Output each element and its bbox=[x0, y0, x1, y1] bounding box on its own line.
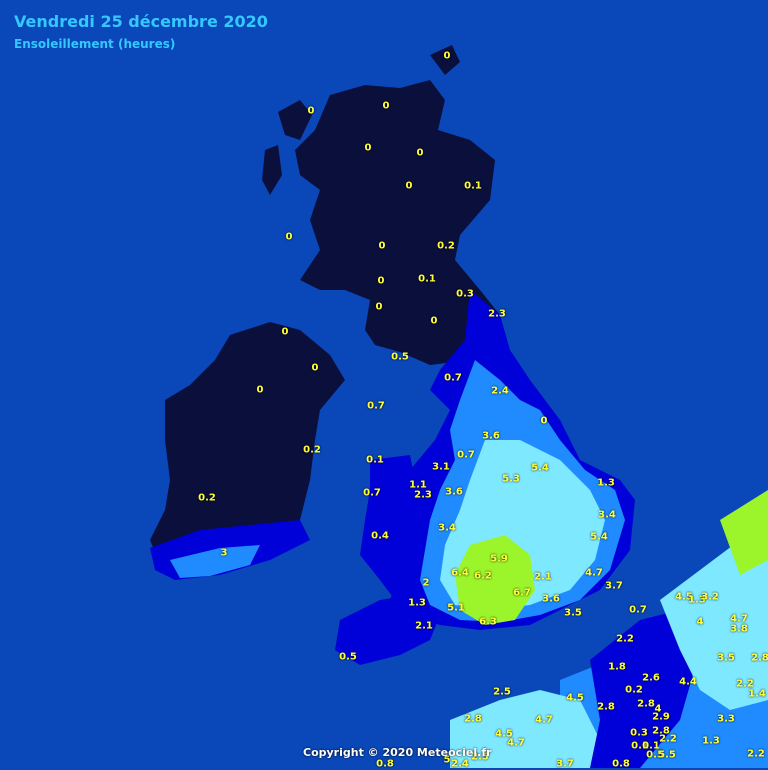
station-value: 5.4 bbox=[590, 531, 608, 543]
station-value: 4.7 bbox=[535, 714, 553, 726]
station-value: 2.2 bbox=[616, 633, 634, 645]
station-value: 0 bbox=[377, 275, 385, 287]
station-value: 4.7 bbox=[585, 567, 603, 579]
station-value: 2.2 bbox=[747, 748, 765, 760]
station-value: 0.7 bbox=[457, 449, 475, 461]
station-value: 2.4 bbox=[491, 385, 509, 397]
station-value: 0 bbox=[430, 315, 438, 327]
station-value: 3.8 bbox=[730, 623, 748, 635]
station-value: 5.3 bbox=[502, 473, 520, 485]
map-canvas bbox=[0, 0, 768, 768]
station-value: 0.2 bbox=[437, 240, 455, 252]
station-value: 2.6 bbox=[642, 672, 660, 684]
station-value: 2.5 bbox=[493, 686, 511, 698]
station-value: 1.4 bbox=[748, 688, 766, 700]
station-value: 0.3 bbox=[456, 288, 474, 300]
station-value: 3.5 bbox=[717, 652, 735, 664]
station-value: 0 bbox=[256, 384, 264, 396]
station-value: 6.2 bbox=[474, 570, 492, 582]
station-value: 0.2 bbox=[625, 684, 643, 696]
station-value: 1.8 bbox=[608, 661, 626, 673]
map-subtitle: Ensoleillement (heures) bbox=[14, 37, 176, 51]
station-value: 5.9 bbox=[490, 553, 508, 565]
station-value: 5.5 bbox=[658, 749, 676, 761]
station-value: 0 bbox=[378, 240, 386, 252]
station-value: 2.1 bbox=[534, 571, 552, 583]
station-value: 6.7 bbox=[513, 587, 531, 599]
station-value: 0.4 bbox=[371, 530, 389, 542]
station-value: 0 bbox=[405, 180, 413, 192]
station-value: 0 bbox=[307, 105, 315, 117]
station-value: 3.6 bbox=[542, 593, 560, 605]
station-value: 3.4 bbox=[438, 522, 456, 534]
station-value: 5.1 bbox=[447, 602, 465, 614]
station-value: 0.7 bbox=[629, 604, 647, 616]
station-value: 3 bbox=[220, 547, 228, 559]
station-value: 6.3 bbox=[479, 616, 497, 628]
station-value: 0.2 bbox=[198, 492, 216, 504]
station-value: 2.9 bbox=[652, 711, 670, 723]
station-value: 2.1 bbox=[415, 620, 433, 632]
station-value: 3.6 bbox=[445, 486, 463, 498]
station-value: 0.7 bbox=[363, 487, 381, 499]
station-value: 0.5 bbox=[339, 651, 357, 663]
station-value: 0.2 bbox=[303, 444, 321, 456]
station-value: 2.8 bbox=[464, 713, 482, 725]
station-value: 0 bbox=[540, 415, 548, 427]
station-value: 4.4 bbox=[679, 676, 697, 688]
station-value: 4.5 bbox=[566, 692, 584, 704]
station-value: 0 bbox=[311, 362, 319, 374]
station-value: 0.5 bbox=[391, 351, 409, 363]
station-value: 0 bbox=[443, 50, 451, 62]
station-value: 2.8 bbox=[637, 698, 655, 710]
station-value: 1.3 bbox=[702, 735, 720, 747]
station-value: 2.3 bbox=[414, 489, 432, 501]
station-value: 2.8 bbox=[597, 701, 615, 713]
station-value: 0 bbox=[364, 142, 372, 154]
station-value: 2.8 bbox=[751, 652, 768, 664]
station-value: 3.7 bbox=[605, 580, 623, 592]
copyright-notice: Copyright © 2020 Meteociel.fr bbox=[303, 746, 492, 759]
station-value: 3.5 bbox=[564, 607, 582, 619]
station-value: 3.2 bbox=[701, 591, 719, 603]
station-value: 0 bbox=[281, 326, 289, 338]
map-title: Vendredi 25 décembre 2020 bbox=[14, 12, 268, 31]
station-value: 4.7 bbox=[507, 737, 525, 749]
station-value: 2 bbox=[422, 577, 430, 589]
station-value: 0.3 bbox=[630, 727, 648, 739]
station-value: 0.1 bbox=[464, 180, 482, 192]
station-value: 0 bbox=[375, 301, 383, 313]
station-value: 0 bbox=[382, 100, 390, 112]
station-value: 0.1 bbox=[366, 454, 384, 466]
station-value: 0.7 bbox=[444, 372, 462, 384]
station-value: 6.4 bbox=[451, 567, 469, 579]
station-value: 3.1 bbox=[432, 461, 450, 473]
station-value: 3.4 bbox=[598, 509, 616, 521]
station-value: 0.1 bbox=[418, 273, 436, 285]
station-value: 3.3 bbox=[717, 713, 735, 725]
station-value: 4 bbox=[696, 616, 704, 628]
station-value: 1.3 bbox=[597, 477, 615, 489]
station-value: 0 bbox=[416, 147, 424, 159]
station-value: 0 bbox=[285, 231, 293, 243]
station-value: 3.6 bbox=[482, 430, 500, 442]
station-value: 2.2 bbox=[659, 733, 677, 745]
sunshine-map: Vendredi 25 décembre 2020 Ensoleillement… bbox=[0, 0, 768, 770]
station-value: 2.3 bbox=[488, 308, 506, 320]
station-value: 0.7 bbox=[367, 400, 385, 412]
station-value: 5.4 bbox=[531, 462, 549, 474]
station-value: 1.3 bbox=[408, 597, 426, 609]
